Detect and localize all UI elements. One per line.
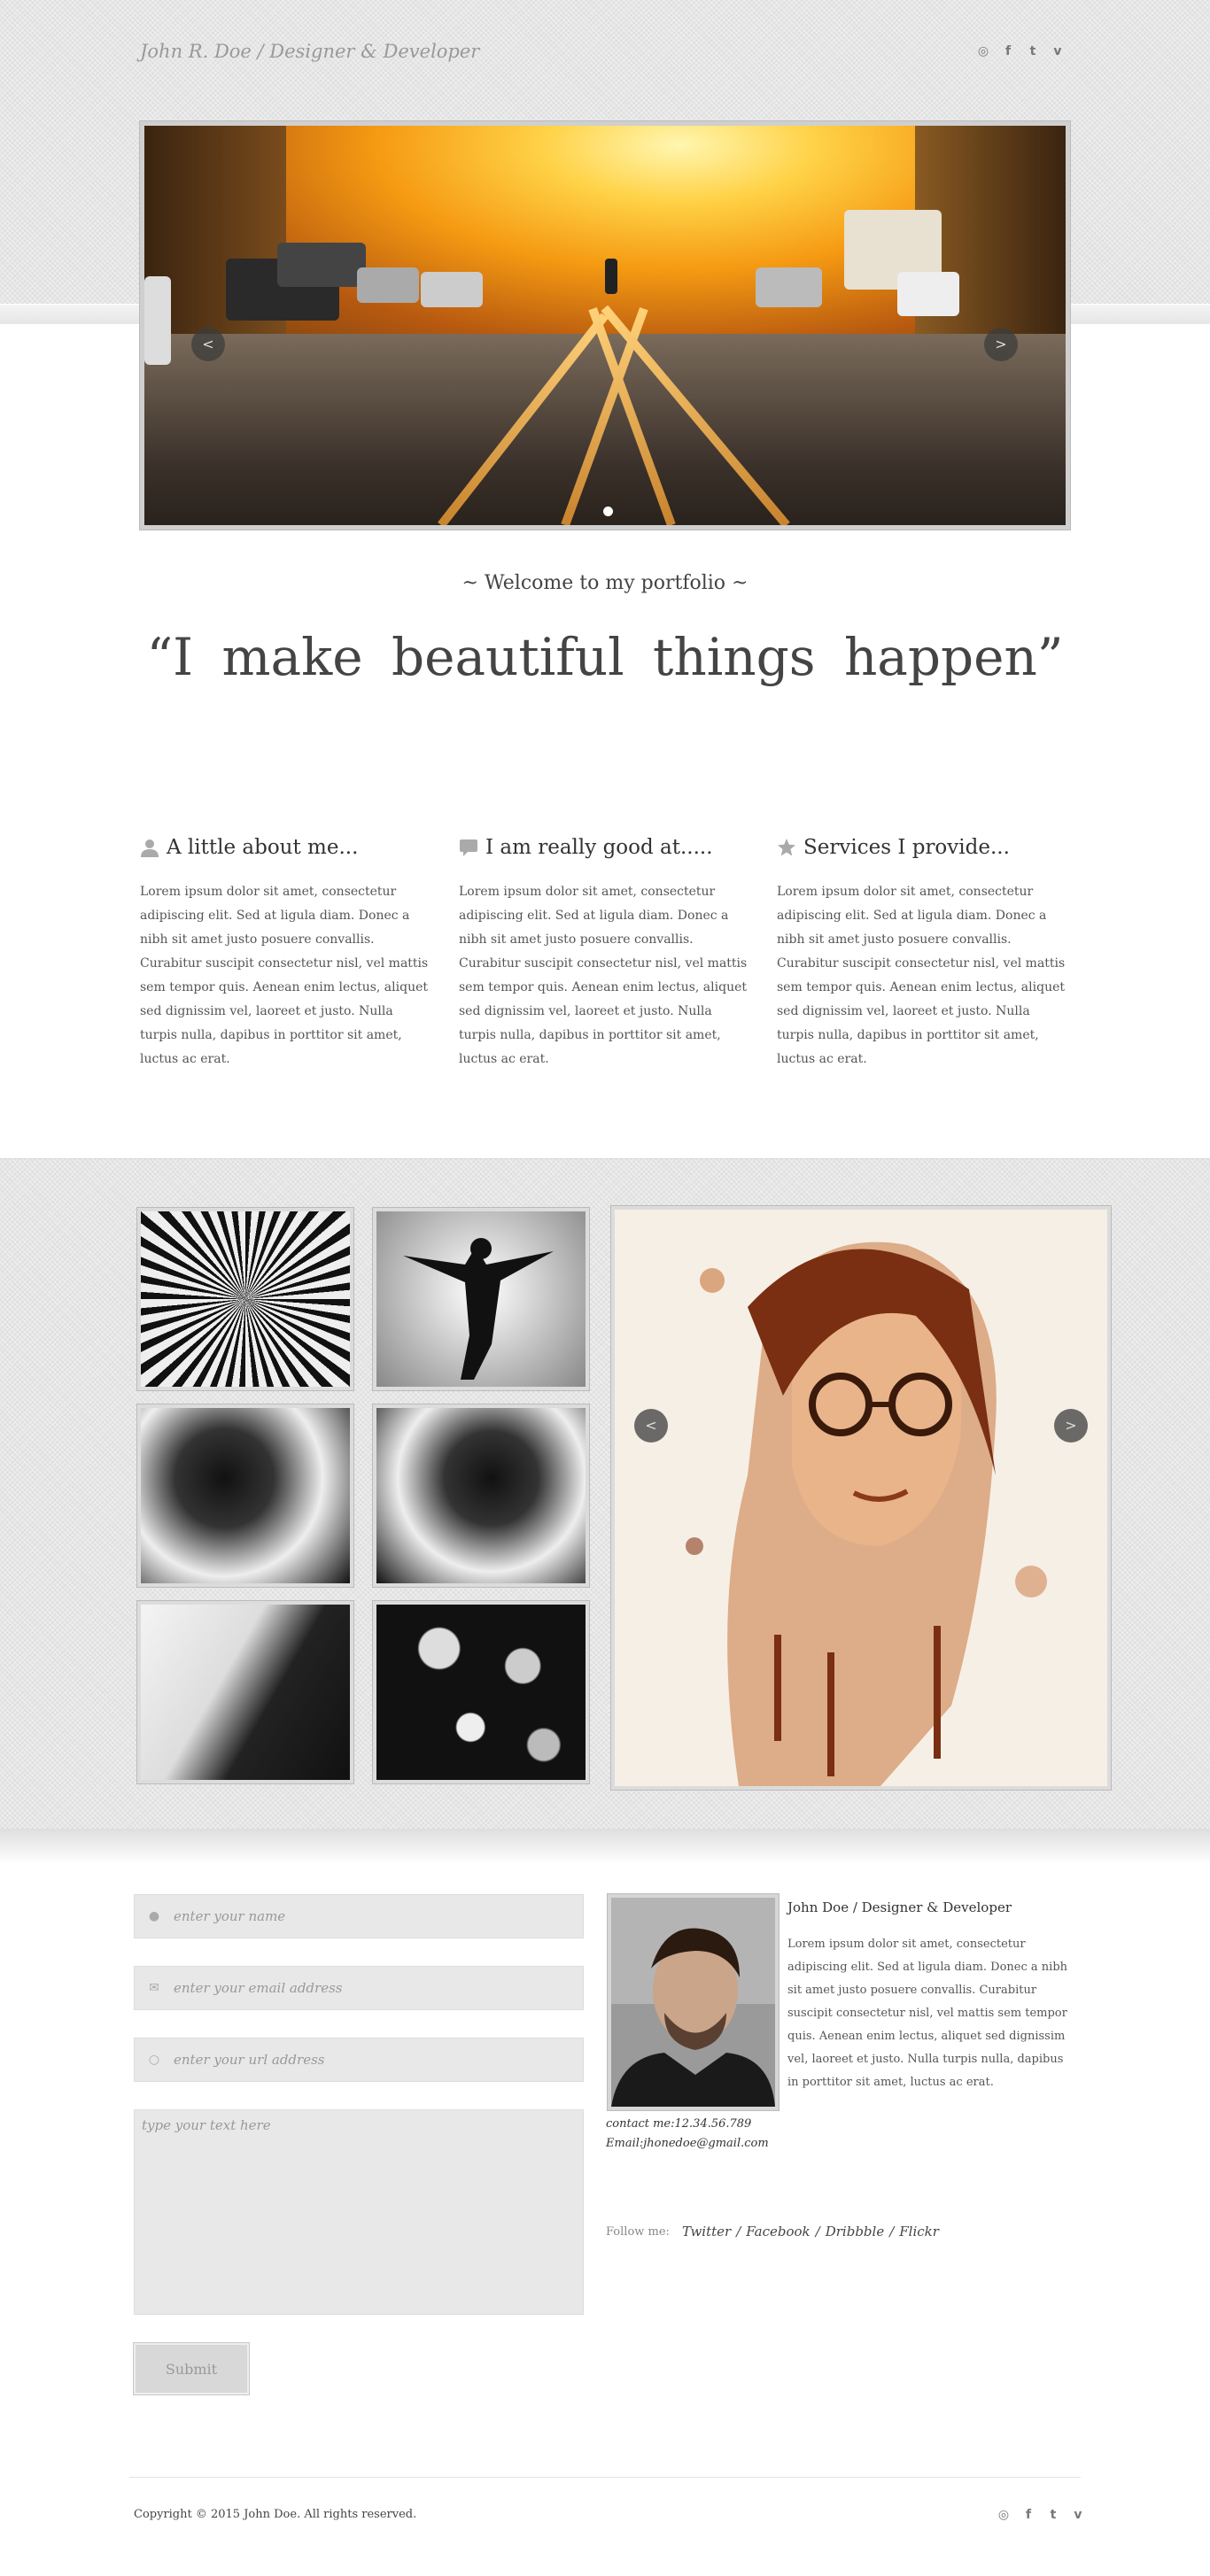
slide-car <box>421 272 483 307</box>
link-separator: / <box>815 2224 820 2239</box>
twitter-icon[interactable]: t <box>1027 44 1039 58</box>
gallery-feature-image[interactable]: < <box>611 1206 1111 1790</box>
facebook-link[interactable]: Facebook <box>746 2224 810 2239</box>
url-input[interactable] <box>174 2052 563 2068</box>
star-icon <box>777 838 796 857</box>
copyright: Copyright © 2015 John Doe. All rights re… <box>134 2508 417 2521</box>
tagline: “I make beautiful things happen” <box>146 627 1064 687</box>
about-heading: A little about me... <box>140 836 432 859</box>
gallery-thumb-jump[interactable] <box>373 1208 589 1390</box>
skills-column: I am really good at..... Lorem ipsum dol… <box>459 836 751 1071</box>
slider-next-button[interactable]: > <box>984 328 1018 361</box>
twitter-icon[interactable]: t <box>1047 2508 1059 2522</box>
services-heading-label: Services I provide... <box>803 836 1010 859</box>
email-field: ✉ <box>134 1966 584 2010</box>
flickr-link[interactable]: Flickr <box>899 2224 939 2239</box>
link-separator: / <box>736 2224 741 2239</box>
gallery-thumb-portrait[interactable] <box>137 1601 353 1783</box>
about-column: A little about me... Lorem ipsum dolor s… <box>140 836 432 1071</box>
speech-bubble-icon <box>459 838 478 857</box>
skills-text: Lorem ipsum dolor sit amet, consectetur … <box>459 885 748 1066</box>
name-input[interactable] <box>174 1908 563 1924</box>
header-social-links: ◎ f t v <box>977 44 1064 58</box>
slide-road <box>144 333 1066 525</box>
footer-social-links: ◎ f t v <box>997 2508 1084 2522</box>
twitter-link[interactable]: Twitter <box>682 2224 731 2239</box>
globe-icon: ○ <box>148 2053 160 2067</box>
skills-heading-label: I am really good at..... <box>485 836 713 859</box>
name-field: ● <box>134 1894 584 1938</box>
email-input[interactable] <box>174 1980 563 1996</box>
footer-divider <box>129 2477 1081 2478</box>
gallery-prev-button[interactable]: < <box>634 1409 668 1443</box>
vimeo-icon[interactable]: v <box>1072 2508 1084 2522</box>
vimeo-icon[interactable]: v <box>1051 44 1064 58</box>
slide-car <box>357 267 419 303</box>
contact-email[interactable]: Email:jhonedoe@gmail.com <box>606 2137 769 2150</box>
link-separator: / <box>889 2224 895 2239</box>
skills-heading: I am really good at..... <box>459 836 751 859</box>
slider-prev-button[interactable]: < <box>191 328 225 361</box>
about-text: Lorem ipsum dolor sit amet, consectetur … <box>140 885 429 1066</box>
profile-name: John Doe / Designer & Developer <box>787 1899 1012 1915</box>
user-icon <box>140 838 159 857</box>
slide-car <box>277 243 366 287</box>
slide-car <box>756 267 822 307</box>
dribbble-link[interactable]: Dribbble <box>826 2224 884 2239</box>
slide-person <box>605 259 617 294</box>
services-column: Services I provide... Lorem ipsum dolor … <box>777 836 1069 1071</box>
feature-portrait-art <box>615 1210 1107 1786</box>
gallery-thumb-splatter-1[interactable] <box>137 1404 353 1587</box>
follow-label: Follow me: <box>606 2225 670 2239</box>
slider-dot[interactable] <box>603 507 613 516</box>
jump-silhouette <box>403 1238 554 1380</box>
gallery-thumb-starburst[interactable] <box>137 1208 353 1390</box>
facebook-icon[interactable]: f <box>1002 44 1014 58</box>
hero-slider: < > <box>140 121 1070 530</box>
url-field: ○ <box>134 2038 584 2082</box>
gallery-thumb-splatter-2[interactable] <box>373 1404 589 1587</box>
services-text: Lorem ipsum dolor sit amet, consectetur … <box>777 885 1066 1066</box>
follow-links: Twitter / Facebook / Dribbble / Flickr <box>682 2224 939 2239</box>
user-icon: ● <box>148 1909 160 1923</box>
gallery-thumb-bubbles[interactable] <box>373 1601 589 1783</box>
site-title[interactable]: John R. Doe / Designer & Developer <box>140 41 479 62</box>
avatar-photo <box>611 1898 775 2107</box>
dribbble-icon[interactable]: ◎ <box>977 44 989 58</box>
envelope-icon: ✉ <box>149 1981 159 1995</box>
welcome-text: ~ Welcome to my portfolio ~ <box>462 572 748 594</box>
message-textarea[interactable] <box>134 2109 584 2315</box>
profile-bio: Lorem ipsum dolor sit amet, consectetur … <box>787 1938 1068 2089</box>
submit-button[interactable]: Submit <box>134 2343 249 2394</box>
gallery-next-button[interactable]: > <box>1054 1409 1088 1443</box>
slide-car <box>144 276 171 365</box>
dribbble-icon[interactable]: ◎ <box>997 2508 1010 2522</box>
slide-car <box>897 272 959 316</box>
services-heading: Services I provide... <box>777 836 1069 859</box>
about-heading-label: A little about me... <box>167 836 359 859</box>
contact-section-shadow <box>0 1829 1210 1864</box>
facebook-icon[interactable]: f <box>1022 2508 1035 2522</box>
contact-phone: contact me:12.34.56.789 <box>606 2117 752 2131</box>
avatar <box>608 1894 779 2110</box>
